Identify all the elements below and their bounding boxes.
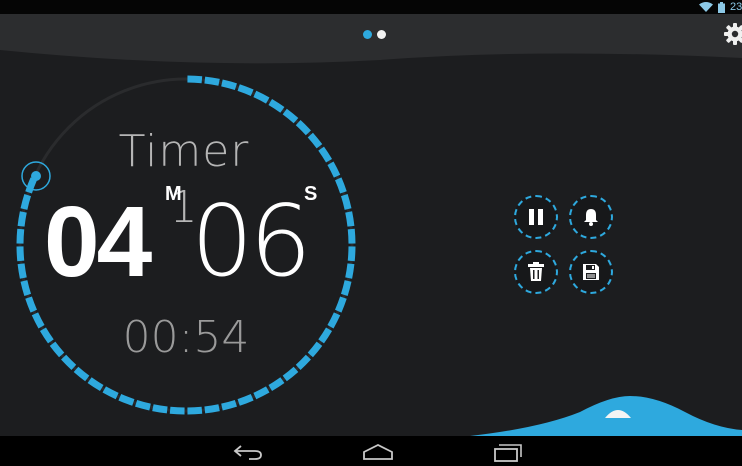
dial-tick bbox=[16, 246, 25, 262]
dial-tick bbox=[61, 354, 77, 370]
dial-tick bbox=[327, 312, 341, 329]
dial-tick bbox=[295, 120, 311, 136]
dial-tick bbox=[118, 394, 135, 406]
page-dot-1[interactable] bbox=[363, 30, 372, 39]
gear-icon[interactable] bbox=[723, 22, 742, 46]
status-bar: 23 bbox=[0, 0, 742, 14]
dial-tick bbox=[335, 177, 347, 194]
dial-tick bbox=[307, 341, 323, 358]
dial-tick bbox=[17, 211, 27, 227]
dial-tick bbox=[49, 341, 65, 358]
dial-tick bbox=[31, 312, 45, 329]
dial-handle[interactable] bbox=[31, 171, 41, 181]
dial-tick bbox=[318, 327, 333, 344]
wifi-icon bbox=[699, 2, 713, 12]
dial-tick bbox=[295, 354, 311, 370]
pause-icon bbox=[529, 209, 543, 225]
alarm-button[interactable] bbox=[569, 195, 613, 239]
chevron-up-icon[interactable] bbox=[603, 402, 633, 420]
back-icon[interactable] bbox=[233, 444, 263, 460]
dial-tick bbox=[347, 228, 356, 244]
dial-tick bbox=[237, 84, 254, 96]
minutes-unit: M bbox=[165, 183, 182, 205]
dial-tick bbox=[318, 146, 333, 163]
trash-icon bbox=[528, 262, 544, 281]
dial-tick bbox=[307, 132, 323, 149]
dial-tick bbox=[268, 377, 285, 392]
dial-tick bbox=[16, 228, 25, 244]
dial-tick bbox=[20, 194, 32, 210]
dial-tick bbox=[237, 394, 254, 406]
recent-apps-icon[interactable] bbox=[493, 444, 523, 462]
dial-tick bbox=[187, 75, 203, 84]
delete-button[interactable] bbox=[514, 250, 558, 294]
dial-tick bbox=[345, 263, 355, 279]
dial-tick bbox=[169, 406, 185, 415]
dial-tick bbox=[253, 90, 270, 104]
dial-tick bbox=[135, 399, 151, 411]
bell-icon bbox=[584, 209, 598, 226]
dial-tick bbox=[340, 280, 352, 296]
elapsed-time: 00:54 bbox=[122, 312, 250, 363]
dial-tick bbox=[39, 327, 54, 344]
page-indicator[interactable] bbox=[363, 30, 386, 39]
seconds-value[interactable]: 06 bbox=[191, 192, 312, 292]
dial-tick bbox=[221, 79, 237, 91]
page-dot-2[interactable] bbox=[377, 30, 386, 39]
home-icon[interactable] bbox=[362, 444, 394, 460]
dial-tick bbox=[204, 404, 220, 414]
battery-icon bbox=[718, 1, 725, 13]
dial-tick bbox=[335, 296, 347, 313]
dial-tick bbox=[187, 406, 203, 415]
dial-tick bbox=[282, 108, 299, 124]
dial-tick bbox=[17, 263, 27, 279]
navigation-bar bbox=[0, 436, 742, 466]
dial-tick bbox=[20, 280, 32, 296]
minutes-value[interactable]: 04 bbox=[44, 192, 152, 292]
pause-button[interactable] bbox=[514, 195, 558, 239]
dial-tick bbox=[87, 377, 104, 392]
dial-tick bbox=[102, 386, 119, 400]
dial-tick bbox=[25, 296, 37, 313]
dial-tick bbox=[347, 246, 356, 262]
dial-tick bbox=[221, 399, 237, 411]
dial-tick bbox=[282, 366, 299, 382]
dial-tick bbox=[253, 386, 270, 400]
dial-tick bbox=[345, 211, 355, 227]
dial-tick bbox=[73, 366, 90, 382]
status-time: 23 bbox=[730, 1, 742, 13]
dial-tick bbox=[340, 194, 352, 210]
save-icon bbox=[583, 264, 599, 280]
dial-tick bbox=[327, 161, 341, 178]
save-button[interactable] bbox=[569, 250, 613, 294]
dial-tick bbox=[204, 76, 220, 86]
dial-tick bbox=[268, 98, 285, 113]
dial-tick bbox=[152, 404, 168, 414]
